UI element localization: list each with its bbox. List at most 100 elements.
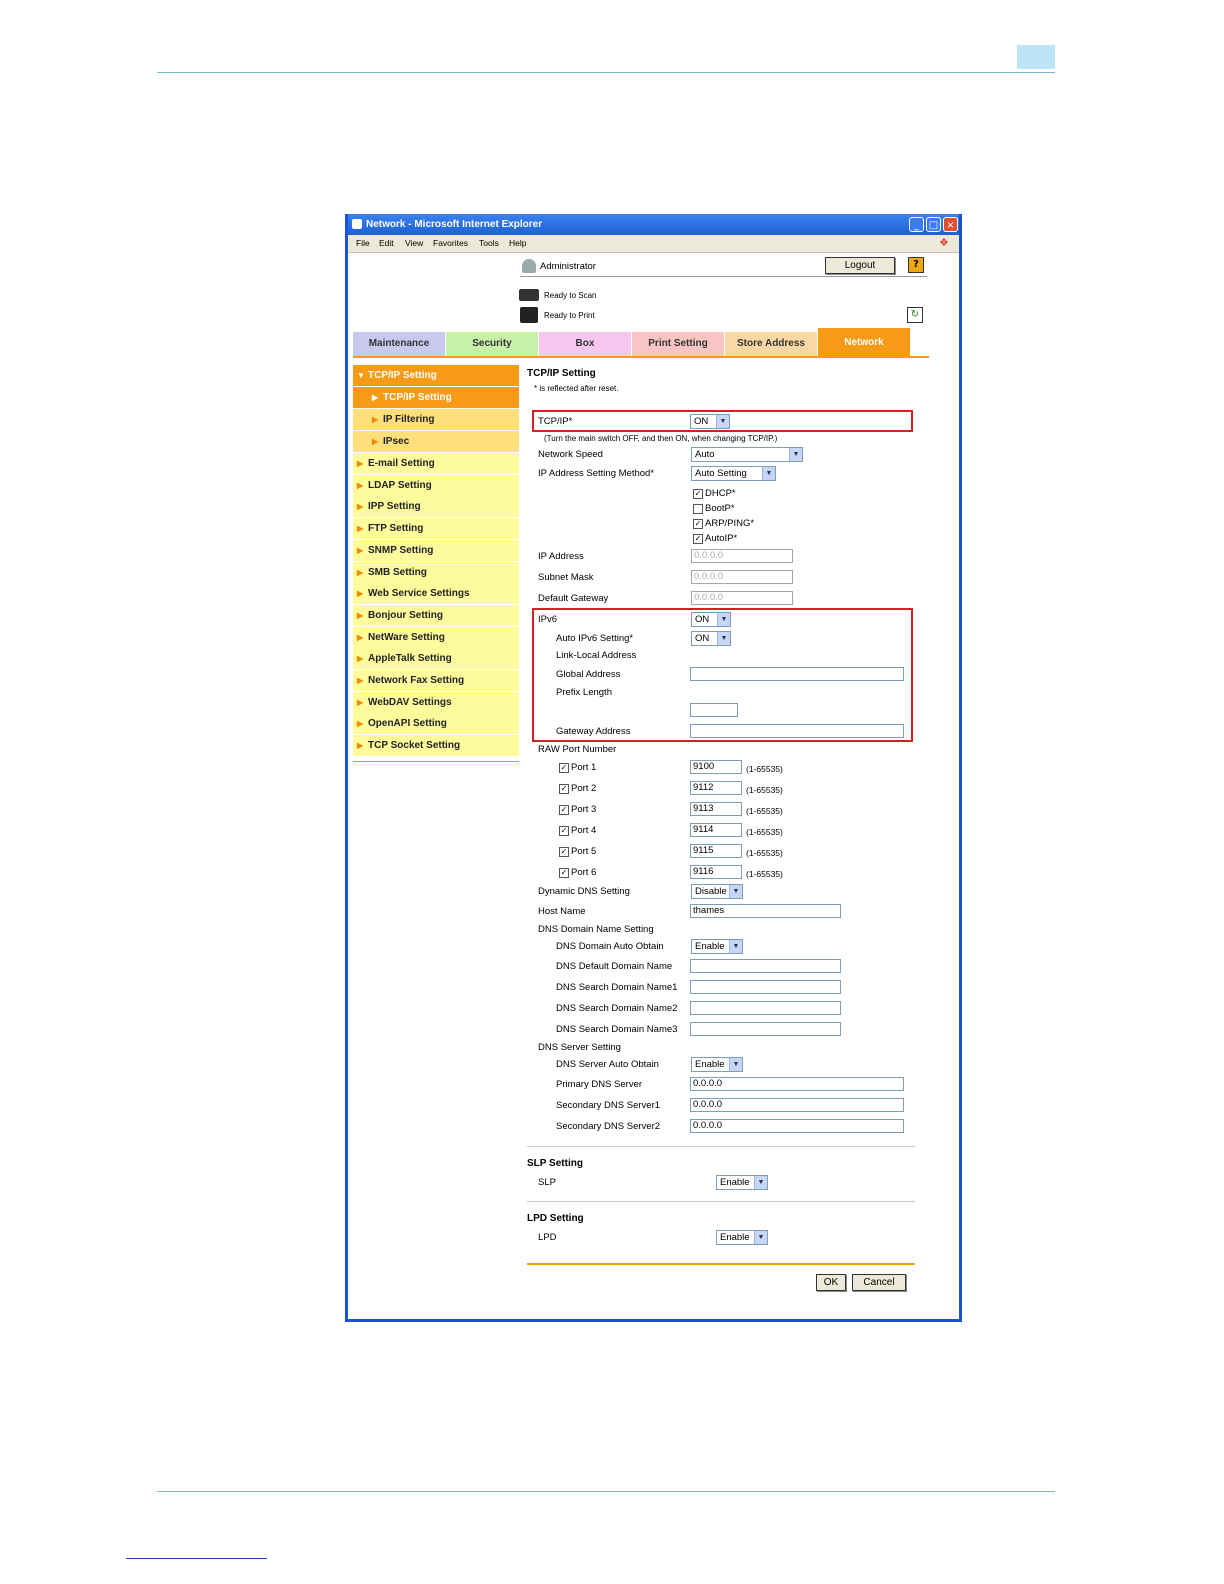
global-address-input[interactable] xyxy=(690,667,904,681)
tab-maintenance[interactable]: Maintenance xyxy=(353,332,445,356)
sidebar-item-netware[interactable]: ▶ NetWare Setting xyxy=(353,626,519,649)
ddns-select[interactable]: Disable ▼ xyxy=(691,884,743,899)
title-bar[interactable]: Network - Microsoft Internet Explorer _ … xyxy=(348,214,959,235)
dns-search1-input[interactable] xyxy=(690,980,841,994)
dns-server-auto-select[interactable]: Enable ▼ xyxy=(691,1057,743,1072)
menu-tools[interactable]: Tools xyxy=(479,235,499,252)
menu-favorites[interactable]: Favorites xyxy=(433,235,468,252)
ipmethod-select[interactable]: Auto Setting ▼ xyxy=(691,466,776,481)
menu-edit[interactable]: Edit xyxy=(379,235,394,252)
default-gateway-input[interactable]: 0.0.0.0 xyxy=(691,591,793,605)
dns-search2-label: DNS Search Domain Name2 xyxy=(556,1003,678,1014)
menu-bar: File Edit View Favorites Tools Help ❖ xyxy=(348,235,959,253)
dns-domain-auto-select[interactable]: Enable ▼ xyxy=(691,939,743,954)
port-3-input[interactable]: 9113 xyxy=(690,802,742,816)
close-button[interactable]: × xyxy=(943,217,958,232)
dns-default-input[interactable] xyxy=(690,959,841,973)
arp-label: ARP/PING* xyxy=(705,518,755,529)
dns-domain-label: DNS Domain Name Setting xyxy=(538,924,654,935)
lpd-select[interactable]: Enable ▼ xyxy=(716,1230,768,1245)
sidebar-item-network-fax[interactable]: ▶ Network Fax Setting xyxy=(353,670,519,692)
dns-search2-input[interactable] xyxy=(690,1001,841,1015)
browser-window: Network - Microsoft Internet Explorer _ … xyxy=(345,214,962,1322)
help-icon[interactable]: ? xyxy=(908,257,924,273)
port-6-input[interactable]: 9116 xyxy=(690,865,742,879)
sidebar-item-ipp[interactable]: ▶ IPP Setting xyxy=(353,496,519,519)
port-4-range: (1-65535) xyxy=(746,827,783,837)
port-2-input[interactable]: 9112 xyxy=(690,781,742,795)
sidebar-item-appletalk[interactable]: ▶ AppleTalk Setting xyxy=(353,648,519,671)
port-1-checkbox[interactable]: ✓ xyxy=(559,763,569,773)
ip-address-input[interactable]: 0.0.0.0 xyxy=(691,549,793,563)
port-5-input[interactable]: 9115 xyxy=(690,844,742,858)
logout-button[interactable]: Logout xyxy=(825,257,895,274)
global-address-label: Global Address xyxy=(556,669,621,680)
tcpip-note: (Turn the main switch OFF, and then ON, … xyxy=(544,434,778,443)
section-title-tcpip: TCP/IP Setting xyxy=(527,368,596,379)
sidebar-item-bonjour[interactable]: ▶ Bonjour Setting xyxy=(353,604,519,627)
sidebar-item-label: Network Fax Setting xyxy=(368,675,465,686)
printer-icon xyxy=(520,307,538,323)
speed-select[interactable]: Auto ▼ xyxy=(691,447,803,462)
sidebar-item-smb[interactable]: ▶ SMB Setting xyxy=(353,561,519,584)
port-2-checkbox[interactable]: ✓ xyxy=(559,784,569,794)
port-1-input[interactable]: 9100 xyxy=(690,760,742,774)
secondary-dns1-input[interactable]: 0.0.0.0 xyxy=(690,1098,904,1112)
sidebar-item-ftp[interactable]: ▶ FTP Setting xyxy=(353,518,519,541)
sidebar-sub-ipsec[interactable]: ▶ IPsec xyxy=(353,431,519,453)
sidebar-item-tcpip-setting[interactable]: ▼ TCP/IP Setting xyxy=(353,365,519,387)
sidebar-item-email[interactable]: ▶ E-mail Setting xyxy=(353,453,519,475)
tab-store-address[interactable]: Store Address xyxy=(725,332,817,356)
primary-dns-label: Primary DNS Server xyxy=(556,1079,643,1090)
menu-file[interactable]: File xyxy=(356,235,370,252)
sidebar-item-ldap[interactable]: ▶ LDAP Setting xyxy=(353,474,519,497)
minimize-button[interactable]: _ xyxy=(909,217,924,232)
dhcp-checkbox[interactable]: ✓ xyxy=(693,489,703,499)
slp-select[interactable]: Enable ▼ xyxy=(716,1175,768,1190)
tab-network[interactable]: Network xyxy=(818,328,910,356)
maximize-button[interactable]: □ xyxy=(926,217,941,232)
cancel-button[interactable]: Cancel xyxy=(852,1274,906,1291)
prefix-length-input[interactable] xyxy=(690,703,738,717)
sidebar-item-tcp-socket[interactable]: ▶ TCP Socket Setting xyxy=(353,735,519,758)
sidebar-item-label: TCP Socket Setting xyxy=(368,740,461,752)
sidebar-item-openapi[interactable]: ▶ OpenAPI Setting xyxy=(353,713,519,736)
windows-logo-icon: ❖ xyxy=(939,237,949,249)
ipv6-select[interactable]: ON ▼ xyxy=(691,612,731,627)
gateway-label: Default Gateway xyxy=(538,593,609,604)
port-3-checkbox[interactable]: ✓ xyxy=(559,805,569,815)
tab-print-setting[interactable]: Print Setting xyxy=(632,332,724,356)
port-6-range: (1-65535) xyxy=(746,869,783,879)
sidebar-sub-tcpip-setting[interactable]: ▶ TCP/IP Setting xyxy=(353,387,519,409)
port-4-input[interactable]: 9114 xyxy=(690,823,742,837)
tcpip-select[interactable]: ON ▼ xyxy=(690,414,730,429)
sidebar-item-web-service[interactable]: ▶ Web Service Settings xyxy=(353,583,519,606)
menu-help[interactable]: Help xyxy=(509,235,526,252)
port-4-checkbox[interactable]: ✓ xyxy=(559,826,569,836)
bootp-checkbox[interactable] xyxy=(693,504,703,514)
ok-button[interactable]: OK xyxy=(816,1274,846,1291)
mask-label: Subnet Mask xyxy=(538,572,594,583)
autoip-checkbox[interactable]: ✓ xyxy=(693,534,703,544)
sidebar-item-label: NetWare Setting xyxy=(368,631,445,643)
menu-view[interactable]: View xyxy=(405,235,423,252)
refresh-icon[interactable]: ↻ xyxy=(907,307,923,323)
tab-box[interactable]: Box xyxy=(539,332,631,356)
primary-dns-input[interactable]: 0.0.0.0 xyxy=(690,1077,904,1091)
subnet-mask-input[interactable]: 0.0.0.0 xyxy=(691,570,793,584)
tab-security[interactable]: Security xyxy=(446,332,538,356)
port-6-checkbox[interactable]: ✓ xyxy=(559,868,569,878)
port-5-checkbox[interactable]: ✓ xyxy=(559,847,569,857)
gateway-address-input[interactable] xyxy=(690,724,904,738)
arp-checkbox[interactable]: ✓ xyxy=(693,519,703,529)
dns-search3-input[interactable] xyxy=(690,1022,841,1036)
auto-ipv6-select[interactable]: ON ▼ xyxy=(691,631,731,646)
host-name-input[interactable]: thames xyxy=(690,904,841,918)
sidebar-sub-ip-filtering[interactable]: ▶ IP Filtering xyxy=(353,409,519,431)
port-5-range: (1-65535) xyxy=(746,848,783,858)
secondary-dns2-input[interactable]: 0.0.0.0 xyxy=(690,1119,904,1133)
sidebar-item-webdav[interactable]: ▶ WebDAV Settings xyxy=(353,691,519,714)
reset-note: * is reflected after reset. xyxy=(534,384,619,393)
sidebar-item-snmp[interactable]: ▶ SNMP Setting xyxy=(353,539,519,562)
port-2-range: (1-65535) xyxy=(746,785,783,795)
